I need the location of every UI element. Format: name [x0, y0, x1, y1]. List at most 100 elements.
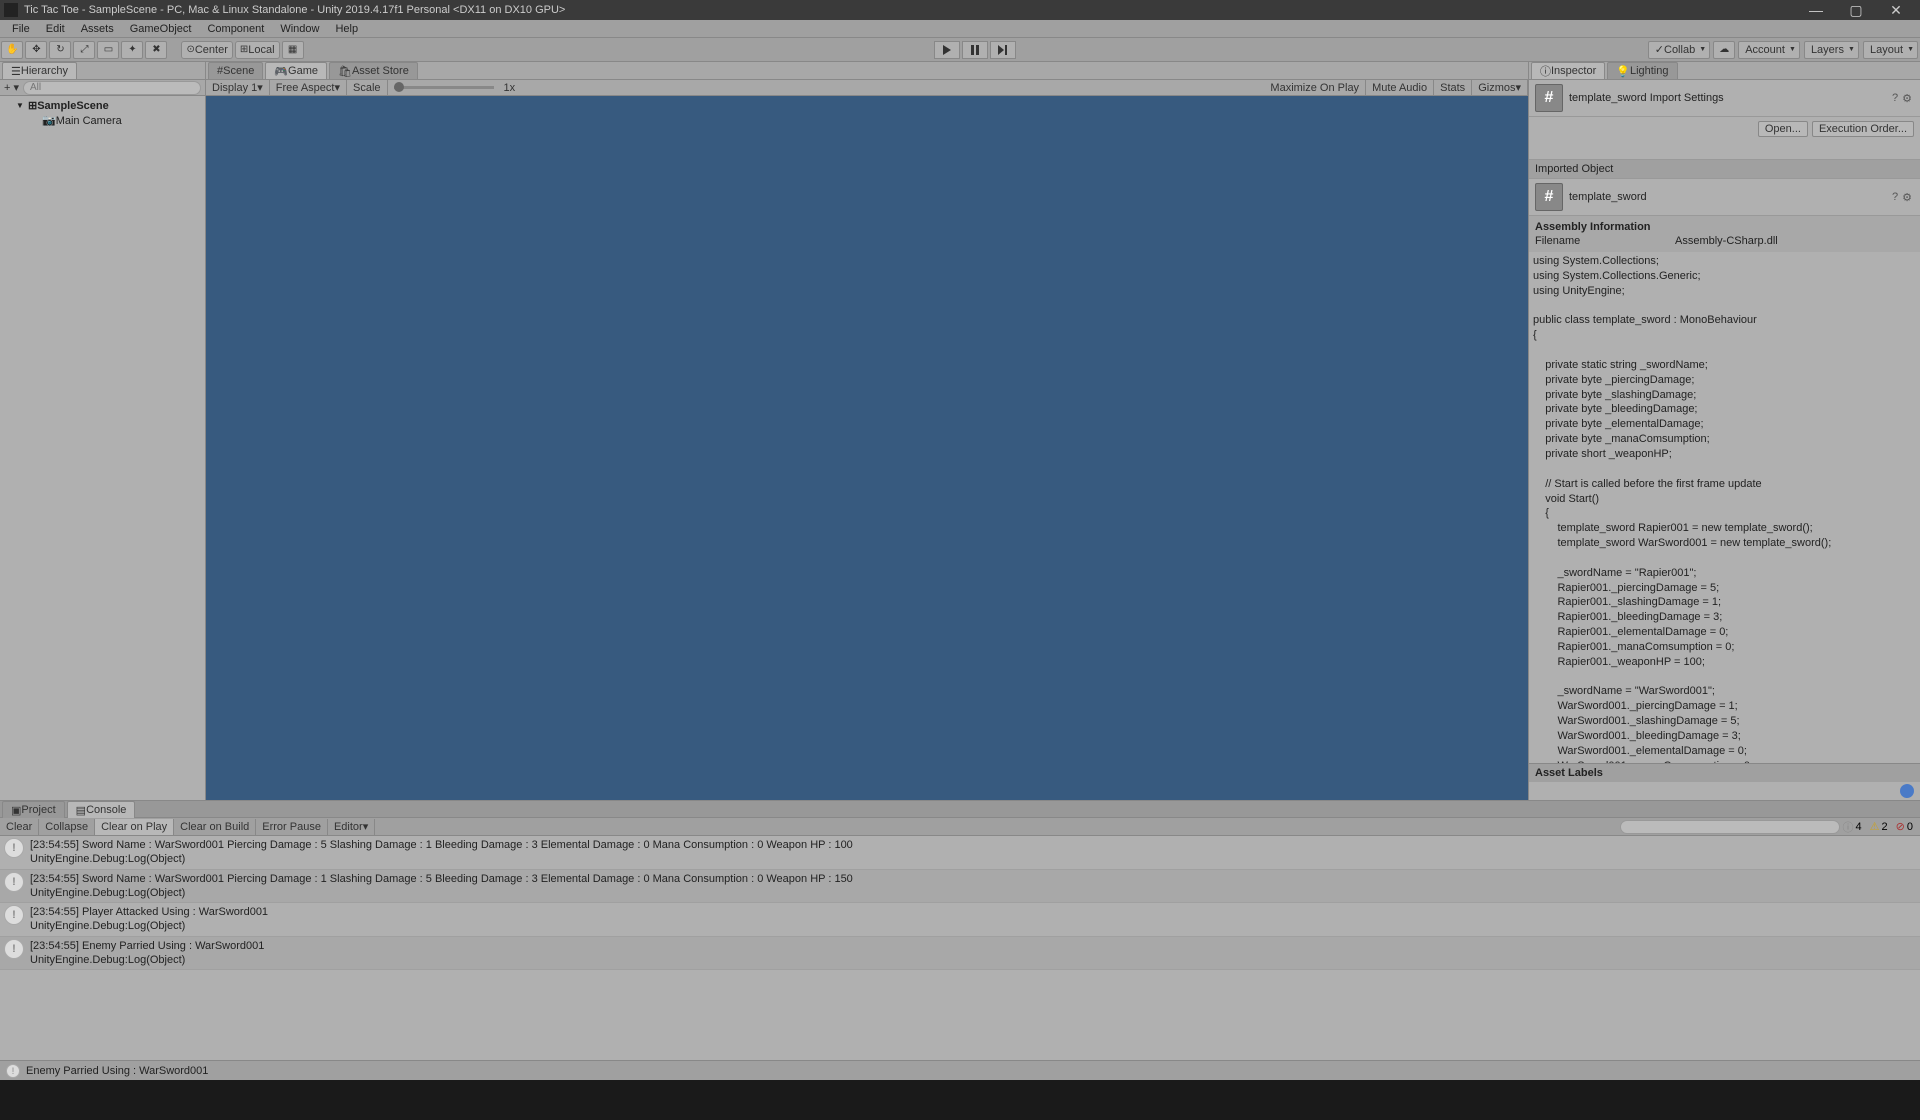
snap-toggle[interactable]: ▦: [282, 41, 304, 59]
clear-on-play-button[interactable]: Clear on Play: [95, 819, 174, 835]
minimize-button[interactable]: —: [1796, 0, 1836, 20]
filename-label: Filename: [1535, 235, 1675, 247]
stats-toggle[interactable]: Stats: [1434, 80, 1472, 96]
game-tab[interactable]: 🎮 Game: [265, 62, 327, 79]
hierarchy-tab[interactable]: ☰ Hierarchy: [2, 62, 77, 79]
toolbar: ✋ ✥ ↻ ⤢ ▭ ✦ ✖ ⊙ Center ⊞ Local ▦ ✓ Colla…: [0, 38, 1920, 62]
help-icon[interactable]: ?: [1892, 92, 1898, 104]
info-icon: !: [6, 1064, 20, 1078]
layout-dropdown[interactable]: Layout: [1863, 41, 1918, 59]
menu-window[interactable]: Window: [272, 23, 327, 35]
assembly-header: Assembly Information: [1535, 221, 1651, 233]
status-text: Enemy Parried Using : WarSword001: [26, 1065, 208, 1077]
help-icon[interactable]: ?: [1892, 191, 1898, 203]
scale-label: Scale: [347, 80, 388, 96]
info-icon: !: [4, 905, 24, 925]
log-entry[interactable]: ! [23:54:55] Sword Name : WarSword001 Pi…: [0, 870, 1920, 904]
aspect-dropdown[interactable]: Free Aspect ▾: [270, 80, 347, 96]
menu-file[interactable]: File: [4, 23, 38, 35]
imported-object-label: Imported Object: [1529, 159, 1920, 179]
scene-tab[interactable]: # Scene: [208, 62, 263, 79]
move-tool[interactable]: ✥: [25, 41, 47, 59]
custom-tool[interactable]: ✖: [145, 41, 167, 59]
object-name: template_sword: [1569, 191, 1890, 203]
collapse-button[interactable]: Collapse: [39, 819, 95, 835]
code-preview: using System.Collections; using System.C…: [1529, 252, 1920, 763]
info-icon: !: [4, 939, 24, 959]
titlebar: Tic Tac Toe - SampleScene - PC, Mac & Li…: [0, 0, 1920, 20]
scale-value: 1x: [500, 82, 520, 94]
pause-button[interactable]: [962, 41, 988, 59]
rotate-tool[interactable]: ↻: [49, 41, 71, 59]
gameobject-node[interactable]: 📷 Main Camera: [0, 113, 205, 128]
log-entry[interactable]: ! [23:54:55] Sword Name : WarSword001 Pi…: [0, 836, 1920, 870]
lighting-tab[interactable]: 💡 Lighting: [1607, 62, 1677, 79]
statusbar: ! Enemy Parried Using : WarSword001: [0, 1060, 1920, 1080]
error-pause-button[interactable]: Error Pause: [256, 819, 328, 835]
tag-icon[interactable]: [1900, 784, 1914, 798]
hierarchy-panel: ☰ Hierarchy + ▾ ⊞ SampleScene 📷 Main Cam…: [0, 62, 206, 800]
menubar: File Edit Assets GameObject Component Wi…: [0, 20, 1920, 38]
taskbar-area: [0, 1080, 1920, 1120]
center-panel: # Scene 🎮 Game 🛍 Asset Store Display 1 ▾…: [206, 62, 1528, 800]
log-entry[interactable]: ! [23:54:55] Enemy Parried Using : WarSw…: [0, 937, 1920, 971]
clear-button[interactable]: Clear: [0, 819, 39, 835]
scale-slider[interactable]: [394, 86, 494, 89]
error-count-toggle[interactable]: ⊘0: [1893, 820, 1916, 833]
script-icon: #: [1535, 183, 1563, 211]
collab-dropdown[interactable]: ✓ Collab: [1648, 41, 1710, 59]
scale-tool[interactable]: ⤢: [73, 41, 95, 59]
cloud-button[interactable]: ☁: [1713, 41, 1735, 59]
menu-assets[interactable]: Assets: [73, 23, 122, 35]
close-button[interactable]: ✕: [1876, 0, 1916, 20]
main-area: ☰ Hierarchy + ▾ ⊞ SampleScene 📷 Main Cam…: [0, 62, 1920, 800]
create-dropdown[interactable]: + ▾: [4, 81, 19, 94]
hierarchy-search[interactable]: [23, 81, 201, 95]
pivot-center-toggle[interactable]: ⊙ Center: [181, 41, 232, 59]
clear-on-build-button[interactable]: Clear on Build: [174, 819, 256, 835]
display-dropdown[interactable]: Display 1 ▾: [206, 80, 270, 96]
layers-dropdown[interactable]: Layers: [1804, 41, 1859, 59]
project-tab[interactable]: ▣ Project: [2, 801, 65, 818]
inspector-panel: ⓘ Inspector 💡 Lighting # template_sword …: [1528, 62, 1920, 800]
open-button[interactable]: Open...: [1758, 121, 1808, 137]
log-entry[interactable]: ! [23:54:55] Player Attacked Using : War…: [0, 903, 1920, 937]
console-search[interactable]: [1620, 820, 1840, 834]
menu-edit[interactable]: Edit: [38, 23, 73, 35]
hierarchy-tree: ⊞ SampleScene 📷 Main Camera: [0, 96, 205, 800]
scene-node[interactable]: ⊞ SampleScene: [0, 98, 205, 113]
hand-tool[interactable]: ✋: [1, 41, 23, 59]
settings-icon[interactable]: ⚙: [1902, 92, 1912, 105]
gizmos-dropdown[interactable]: Gizmos ▾: [1472, 80, 1528, 96]
transform-tool[interactable]: ✦: [121, 41, 143, 59]
info-icon: !: [4, 838, 24, 858]
execution-order-button[interactable]: Execution Order...: [1812, 121, 1914, 137]
game-view[interactable]: [206, 96, 1528, 800]
console-tab[interactable]: ▤ Console: [67, 801, 136, 818]
play-button[interactable]: [934, 41, 960, 59]
pivot-local-toggle[interactable]: ⊞ Local: [235, 41, 280, 59]
menu-component[interactable]: Component: [199, 23, 272, 35]
info-count-toggle[interactable]: ⓘ4: [1840, 819, 1865, 835]
console-body: ! [23:54:55] Sword Name : WarSword001 Pi…: [0, 836, 1920, 1060]
info-icon: !: [4, 872, 24, 892]
account-dropdown[interactable]: Account: [1738, 41, 1800, 59]
window-title: Tic Tac Toe - SampleScene - PC, Mac & Li…: [24, 4, 1796, 16]
rect-tool[interactable]: ▭: [97, 41, 119, 59]
mute-toggle[interactable]: Mute Audio: [1366, 80, 1434, 96]
settings-icon[interactable]: ⚙: [1902, 191, 1912, 204]
asset-store-tab[interactable]: 🛍 Asset Store: [329, 62, 418, 79]
warn-count-toggle[interactable]: ⚠2: [1867, 820, 1891, 833]
script-icon: #: [1535, 84, 1563, 112]
menu-gameobject[interactable]: GameObject: [122, 23, 200, 35]
inspector-tab[interactable]: ⓘ Inspector: [1531, 62, 1605, 79]
maximize-toggle[interactable]: Maximize On Play: [1264, 80, 1366, 96]
step-button[interactable]: [990, 41, 1016, 59]
asset-labels-header: Asset Labels: [1529, 763, 1920, 782]
unity-icon: [4, 3, 18, 17]
import-title: template_sword Import Settings: [1569, 92, 1890, 104]
filename-value: Assembly-CSharp.dll: [1675, 235, 1778, 247]
menu-help[interactable]: Help: [327, 23, 366, 35]
maximize-button[interactable]: ▢: [1836, 0, 1876, 20]
editor-dropdown[interactable]: Editor ▾: [328, 819, 375, 835]
